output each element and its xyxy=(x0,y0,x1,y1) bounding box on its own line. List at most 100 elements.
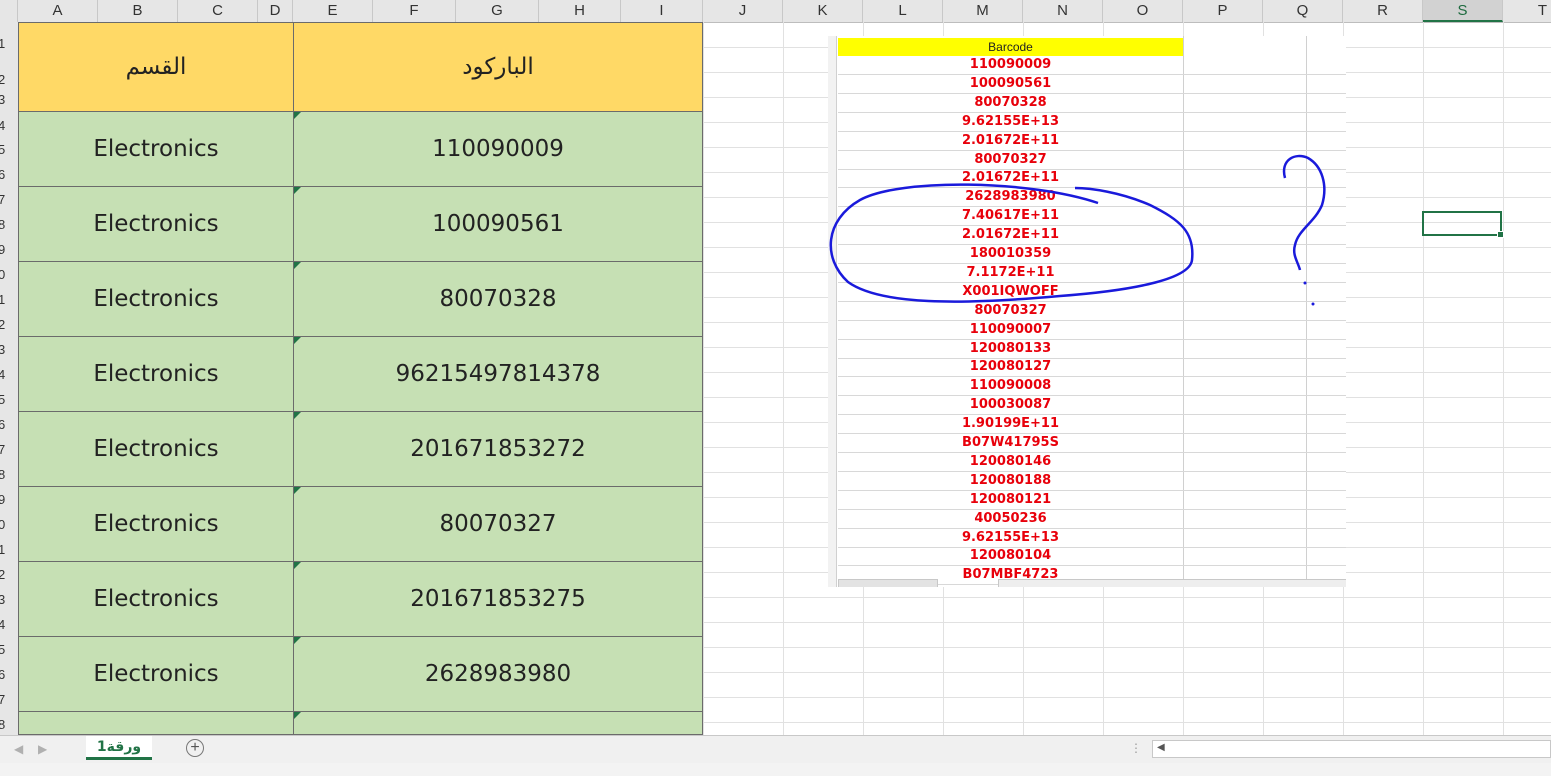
barcode-cell[interactable]: 80070327 xyxy=(293,486,703,562)
column-header[interactable]: D xyxy=(258,0,293,22)
sheet-tab-active[interactable]: ورقة1 xyxy=(86,736,152,760)
add-sheet-icon[interactable]: + xyxy=(186,739,204,757)
dept-cell[interactable]: Electronics xyxy=(18,636,294,712)
error-indicator-icon xyxy=(294,187,301,194)
scroll-left-icon[interactable]: ◀ xyxy=(1157,742,1165,753)
row-header[interactable]: 6 xyxy=(0,417,18,432)
picture-value: 100030087 xyxy=(969,397,1052,413)
column-header[interactable]: L xyxy=(863,0,943,22)
row-header[interactable]: 7 xyxy=(0,442,18,457)
row-header[interactable]: 7 xyxy=(0,192,18,207)
column-header-selected[interactable]: S xyxy=(1423,0,1503,22)
column-header[interactable]: T xyxy=(1503,0,1551,22)
row-header[interactable]: 5 xyxy=(0,642,18,657)
row-header[interactable]: 5 xyxy=(0,142,18,157)
dept-value: Electronics xyxy=(93,436,219,462)
dept-cell[interactable]: Electronics xyxy=(18,411,294,487)
tab-splitter-icon[interactable]: ⋮ xyxy=(1130,741,1142,755)
error-indicator-icon xyxy=(294,337,301,344)
row-header[interactable]: 1 xyxy=(0,36,18,51)
active-cell-selection[interactable] xyxy=(1422,211,1504,238)
dept-cell[interactable]: Electronics xyxy=(18,486,294,562)
column-header[interactable]: J xyxy=(703,0,783,22)
barcode-cell[interactable]: 100090561 xyxy=(293,186,703,262)
barcode-cell[interactable]: 110090009 xyxy=(293,111,703,187)
barcode-value: 2628983980 xyxy=(424,661,572,687)
dept-cell[interactable]: Electronics xyxy=(18,561,294,637)
header-cell-dept[interactable]: القسم xyxy=(18,22,294,112)
barcode-cell[interactable]: 201671853275 xyxy=(293,561,703,637)
picture-header: Barcode xyxy=(838,38,1183,56)
column-header[interactable]: I xyxy=(621,0,703,22)
next-sheet-icon[interactable]: ▶ xyxy=(38,742,47,756)
header-cell-barcode[interactable]: الباركود xyxy=(293,22,703,112)
row-header[interactable]: 6 xyxy=(0,667,18,682)
column-header[interactable]: B xyxy=(98,0,178,22)
column-header[interactable]: G xyxy=(456,0,539,22)
row-header[interactable]: 9 xyxy=(0,242,18,257)
column-header[interactable]: F xyxy=(373,0,456,22)
column-header[interactable]: M xyxy=(943,0,1023,22)
picture-value: 110090007 xyxy=(969,321,1052,337)
column-header[interactable]: E xyxy=(293,0,373,22)
row-header[interactable]: 4 xyxy=(0,617,18,632)
barcode-cell[interactable] xyxy=(293,711,703,735)
row-header[interactable]: 0 xyxy=(0,267,18,282)
row-header[interactable]: 2 xyxy=(0,567,18,582)
column-header[interactable]: A xyxy=(18,0,98,22)
column-header[interactable]: Q xyxy=(1263,0,1343,22)
dept-cell[interactable]: Electronics xyxy=(18,111,294,187)
column-header[interactable]: R xyxy=(1343,0,1423,22)
row-header[interactable]: 5 xyxy=(0,392,18,407)
row-header[interactable]: 9 xyxy=(0,492,18,507)
barcode-cell[interactable]: 96215497814378 xyxy=(293,336,703,412)
row-header[interactable]: 6 xyxy=(0,167,18,182)
prev-sheet-icon[interactable]: ◀ xyxy=(14,742,23,756)
pasted-screenshot-image[interactable]: Barcode 110090009 100090561 80070328 9.6215… xyxy=(828,36,1346,587)
column-header[interactable]: O xyxy=(1103,0,1183,22)
barcode-cell[interactable]: 2628983980 xyxy=(293,636,703,712)
column-header[interactable]: H xyxy=(539,0,621,22)
column-header[interactable]: C xyxy=(178,0,258,22)
picture-value: 110090009 xyxy=(969,57,1052,72)
row-header[interactable]: 8 xyxy=(0,717,18,732)
status-bar xyxy=(0,763,1551,776)
dept-value: Electronics xyxy=(93,211,219,237)
row-header[interactable]: 7 xyxy=(0,692,18,707)
dept-cell[interactable] xyxy=(18,711,294,735)
picture-row-strip xyxy=(828,36,837,587)
error-indicator-icon xyxy=(294,637,301,644)
column-header[interactable]: N xyxy=(1023,0,1103,22)
barcode-cell[interactable]: 80070328 xyxy=(293,261,703,337)
barcode-value: 100090561 xyxy=(432,211,564,237)
select-all-corner[interactable] xyxy=(0,0,18,22)
picture-value: 120080127 xyxy=(969,359,1052,375)
barcode-value: 201671853272 xyxy=(410,436,586,462)
column-header[interactable]: K xyxy=(783,0,863,22)
barcode-cell[interactable]: 201671853272 xyxy=(293,411,703,487)
barcode-value: 201671853275 xyxy=(410,586,586,612)
row-header[interactable]: 3 xyxy=(0,342,18,357)
row-header[interactable]: 8 xyxy=(0,217,18,232)
picture-value: 2628983980 xyxy=(965,189,1056,205)
row-header[interactable]: 3 xyxy=(0,592,18,607)
row-header[interactable]: 4 xyxy=(0,118,18,133)
error-indicator-icon xyxy=(294,412,301,419)
horizontal-scrollbar[interactable]: ◀ xyxy=(1152,740,1551,758)
row-header[interactable]: 2 xyxy=(0,317,18,332)
row-header[interactable]: 1 xyxy=(0,292,18,307)
picture-value: 2.01672E+11 xyxy=(961,170,1060,186)
picture-value: 80070327 xyxy=(974,151,1047,167)
row-header[interactable]: 8 xyxy=(0,467,18,482)
row-header[interactable]: 0 xyxy=(0,517,18,532)
row-header[interactable]: 4 xyxy=(0,367,18,382)
row-header[interactable]: 2 xyxy=(0,72,18,87)
picture-value: 40050236 xyxy=(974,510,1047,526)
dept-cell[interactable]: Electronics xyxy=(18,186,294,262)
dept-cell[interactable]: Electronics xyxy=(18,336,294,412)
row-header[interactable]: 1 xyxy=(0,542,18,557)
picture-value: 120080133 xyxy=(969,340,1052,356)
dept-cell[interactable]: Electronics xyxy=(18,261,294,337)
column-header[interactable]: P xyxy=(1183,0,1263,22)
row-header[interactable]: 3 xyxy=(0,92,18,107)
